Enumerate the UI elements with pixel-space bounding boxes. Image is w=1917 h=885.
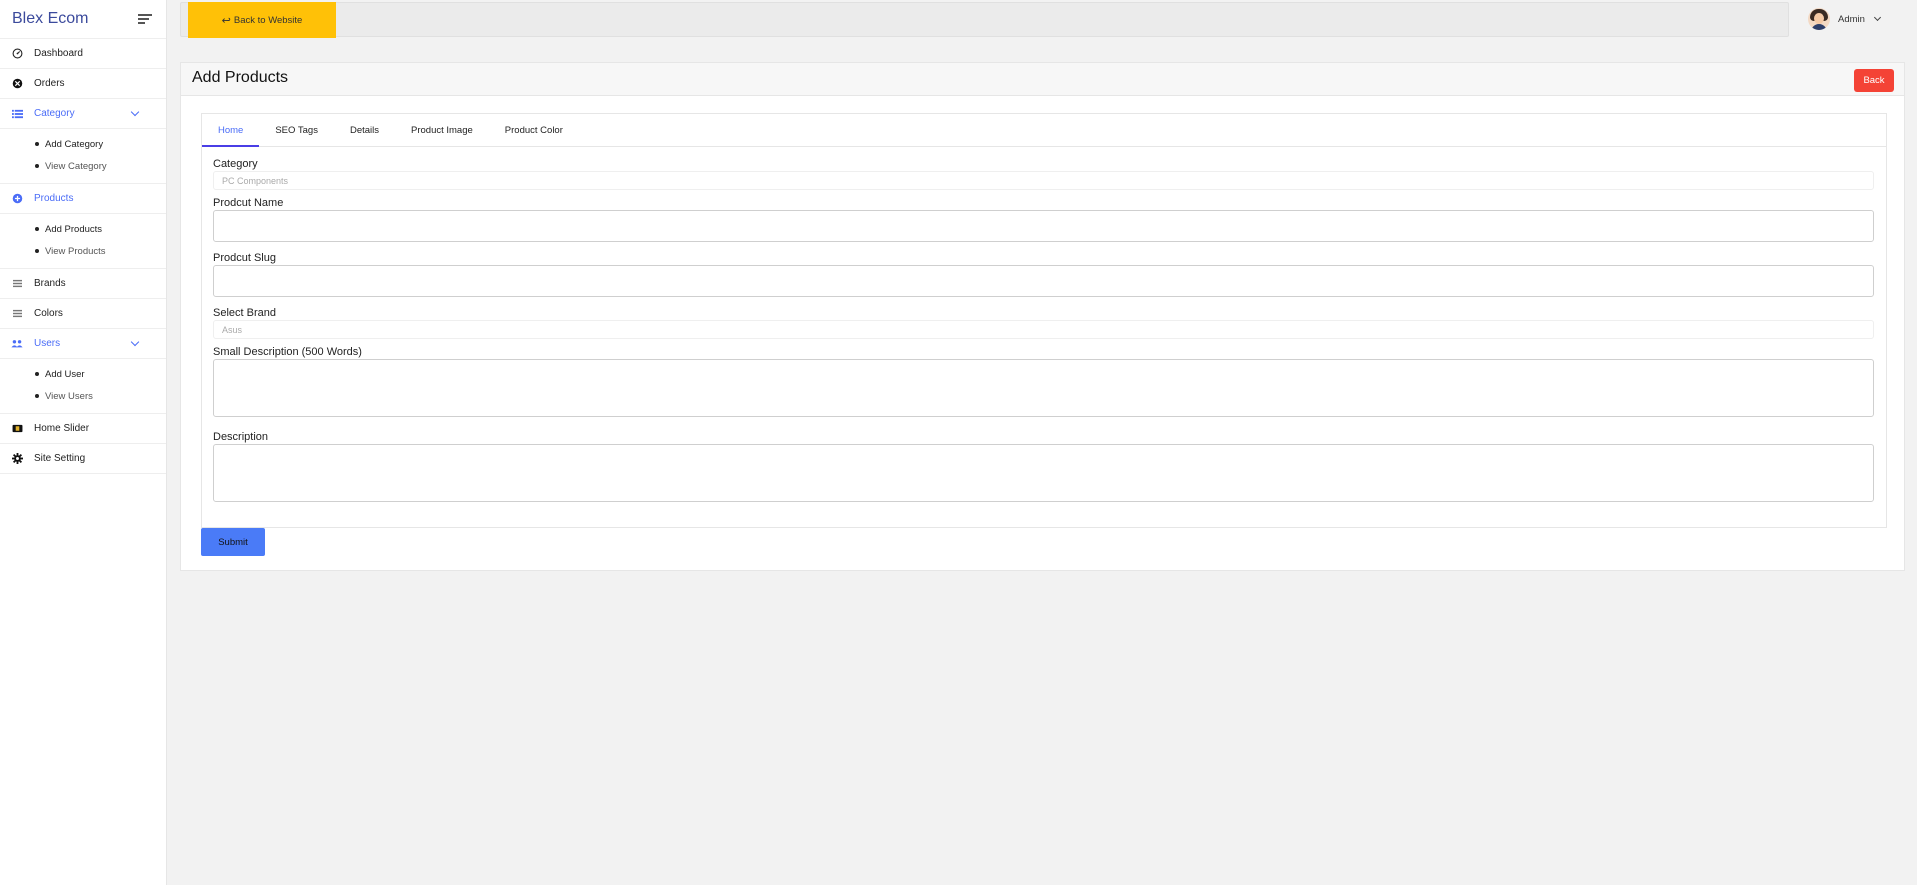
users-icon: [11, 338, 23, 350]
back-to-website-label: Back to Website: [233, 14, 303, 26]
sidebar-item-category[interactable]: Category: [0, 99, 166, 129]
sidebar-item-label: Orders: [34, 78, 65, 89]
chevron-down-icon: [1873, 13, 1881, 22]
user-name: Admin: [1838, 13, 1865, 25]
product-name-label: Prodcut Name: [213, 197, 284, 209]
sidebar-subitem-add-user[interactable]: Add User: [0, 363, 166, 385]
chevron-down-icon[interactable]: [130, 337, 140, 347]
sidebar-subitem-add-category[interactable]: Add Category: [0, 133, 166, 155]
description-label: Description: [213, 431, 269, 443]
brand-label: Select Brand: [213, 307, 276, 319]
sidebar-item-orders[interactable]: Orders: [0, 69, 166, 99]
return-arrow-icon: ↩: [221, 14, 231, 27]
add-products-card: Add Products Back Home SEO Tags Details …: [180, 62, 1905, 571]
avatar: [1808, 8, 1830, 30]
users-submenu: Add User View Users: [0, 359, 166, 414]
bullet-icon: [35, 142, 39, 146]
tab-product-image[interactable]: Product Image: [395, 114, 489, 146]
card-header: Add Products Back: [181, 63, 1904, 96]
tab-bar: Home SEO Tags Details Product Image Prod…: [202, 114, 1886, 147]
submit-button[interactable]: Submit: [201, 528, 265, 556]
bullet-icon: [35, 227, 39, 231]
sidebar-subitem-label: Add User: [45, 368, 85, 380]
back-to-website-button[interactable]: ↩ Back to Website: [188, 2, 336, 38]
sidebar-item-label: Site Setting: [34, 453, 86, 464]
sidebar-subitem-label: View Category: [45, 160, 107, 172]
category-submenu: Add Category View Category: [0, 129, 166, 184]
bars-icon: [11, 278, 23, 290]
tab-home[interactable]: Home: [202, 114, 260, 147]
bullet-icon: [35, 164, 39, 168]
category-label: Category: [213, 158, 258, 170]
film-icon: [11, 423, 23, 435]
sidebar-item-products[interactable]: Products: [0, 184, 166, 214]
sidebar-item-brands[interactable]: Brands: [0, 269, 166, 299]
brand-row: Blex Ecom: [0, 0, 166, 39]
sidebar-item-label: Colors: [34, 308, 63, 319]
menu-toggle-icon[interactable]: [138, 14, 152, 24]
sidebar-item-label: Category: [34, 108, 75, 119]
sidebar-item-label: Home Slider: [34, 423, 90, 434]
brand-logo[interactable]: Blex Ecom: [12, 10, 88, 28]
product-form: Category PC Components Prodcut Name Prod…: [202, 147, 1886, 515]
bars-icon: [11, 308, 23, 320]
gauge-icon: [11, 48, 23, 60]
bullet-icon: [35, 394, 39, 398]
brand-select[interactable]: Asus: [213, 320, 1874, 339]
orders-icon: [11, 78, 23, 90]
sidebar-subitem-label: Add Category: [45, 138, 104, 150]
tab-details[interactable]: Details: [334, 114, 395, 146]
category-select[interactable]: PC Components: [213, 171, 1874, 190]
gear-icon: [11, 453, 23, 465]
tab-seo-tags[interactable]: SEO Tags: [259, 114, 334, 146]
user-menu[interactable]: Admin: [1808, 7, 1881, 31]
bullet-icon: [35, 372, 39, 376]
sidebar-subitem-add-products[interactable]: Add Products: [0, 218, 166, 240]
form-panel: Home SEO Tags Details Product Image Prod…: [201, 113, 1887, 528]
sidebar-item-colors[interactable]: Colors: [0, 299, 166, 329]
product-name-input[interactable]: [213, 210, 1874, 242]
small-description-label: Small Description (500 Words): [213, 346, 362, 358]
sidebar-subitem-label: Add Products: [45, 223, 103, 235]
description-textarea[interactable]: [213, 444, 1874, 502]
sidebar-subitem-view-category[interactable]: View Category: [0, 155, 166, 177]
back-button[interactable]: Back: [1854, 69, 1894, 92]
list-icon: [11, 108, 23, 120]
tab-product-color[interactable]: Product Color: [489, 114, 579, 146]
sidebar-item-label: Brands: [34, 278, 66, 289]
small-description-textarea[interactable]: [213, 359, 1874, 417]
sidebar-item-label: Products: [34, 193, 74, 204]
product-slug-label: Prodcut Slug: [213, 252, 276, 264]
sidebar-item-label: Users: [34, 338, 61, 349]
sidebar-item-site-setting[interactable]: Site Setting: [0, 444, 166, 474]
sidebar-item-users[interactable]: Users: [0, 329, 166, 359]
sidebar-item-dashboard[interactable]: Dashboard: [0, 39, 166, 69]
sidebar-subitem-label: View Products: [45, 245, 106, 257]
sidebar: Blex Ecom Dashboard Orders Category Add …: [0, 0, 167, 885]
sidebar-item-home-slider[interactable]: Home Slider: [0, 414, 166, 444]
page-title: Add Products: [192, 69, 289, 86]
products-submenu: Add Products View Products: [0, 214, 166, 269]
product-slug-input[interactable]: [213, 265, 1874, 297]
sidebar-item-label: Dashboard: [34, 48, 83, 59]
sidebar-subitem-view-users[interactable]: View Users: [0, 385, 166, 407]
chevron-down-icon[interactable]: [130, 107, 140, 117]
sidebar-subitem-label: View Users: [45, 390, 93, 402]
topbar: [180, 2, 1789, 37]
sidebar-subitem-view-products[interactable]: View Products: [0, 240, 166, 262]
bullet-icon: [35, 249, 39, 253]
plus-circle-icon: [11, 193, 23, 205]
